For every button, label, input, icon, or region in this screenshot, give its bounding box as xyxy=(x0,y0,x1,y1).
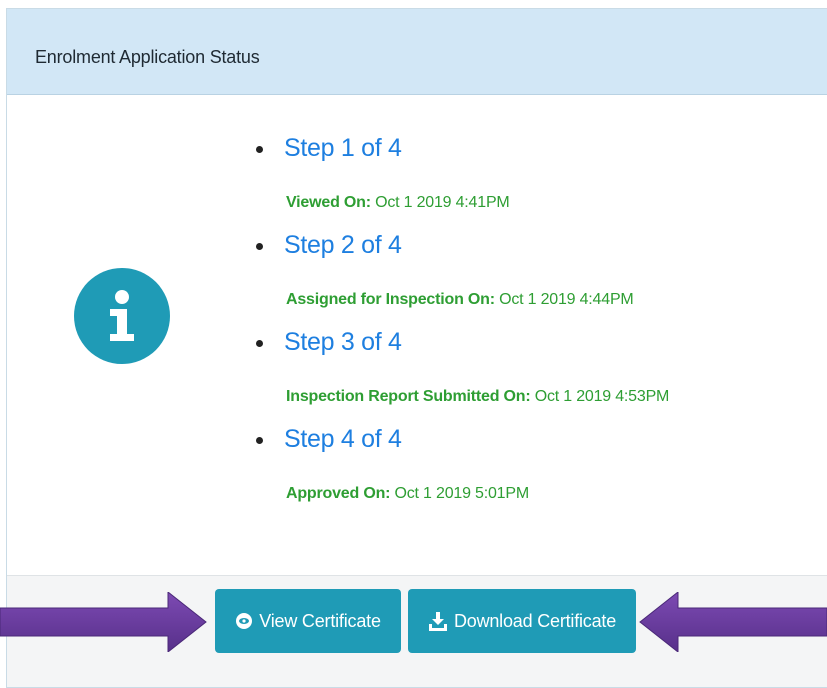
eye-icon xyxy=(235,612,253,630)
arrow-left-icon xyxy=(639,592,827,652)
info-icon xyxy=(74,268,170,364)
arrow-right-icon xyxy=(0,592,207,652)
view-certificate-button[interactable]: View Certificate xyxy=(215,589,401,653)
step-detail: Inspection Report Submitted On: Oct 1 20… xyxy=(286,388,669,406)
step-detail: Assigned for Inspection On: Oct 1 2019 4… xyxy=(286,291,634,309)
step-title: Step 1 of 4 xyxy=(284,134,402,162)
download-icon xyxy=(428,611,448,631)
step-title: Step 4 of 4 xyxy=(284,425,402,453)
panel-title: Enrolment Application Status xyxy=(35,47,260,67)
step-title: Step 2 of 4 xyxy=(284,231,402,259)
panel-header: Enrolment Application Status xyxy=(7,9,827,95)
bullet xyxy=(256,243,263,250)
step-detail-value: Oct 1 2019 4:44PM xyxy=(499,291,634,308)
download-certificate-label: Download Certificate xyxy=(453,610,617,631)
bullet xyxy=(256,340,263,347)
step-detail: Approved On: Oct 1 2019 5:01PM xyxy=(286,485,529,503)
bullet xyxy=(256,437,263,444)
step-detail-label: Assigned for Inspection On: xyxy=(286,291,495,308)
download-certificate-button[interactable]: Download Certificate xyxy=(408,589,636,653)
step-detail-value: Oct 1 2019 5:01PM xyxy=(394,485,530,502)
step-title: Step 3 of 4 xyxy=(284,328,402,356)
step-detail-label: Approved On: xyxy=(286,485,391,502)
step-detail-value: Oct 1 2019 4:53PM xyxy=(534,388,670,405)
bullet xyxy=(256,146,263,153)
step-detail-value: Oct 1 2019 4:41PM xyxy=(375,194,510,211)
step-detail-label: Inspection Report Submitted On: xyxy=(286,388,531,405)
view-certificate-label: View Certificate xyxy=(259,610,381,631)
step-detail-label: Viewed On: xyxy=(286,194,371,211)
step-detail: Viewed On: Oct 1 2019 4:41PM xyxy=(286,194,510,212)
